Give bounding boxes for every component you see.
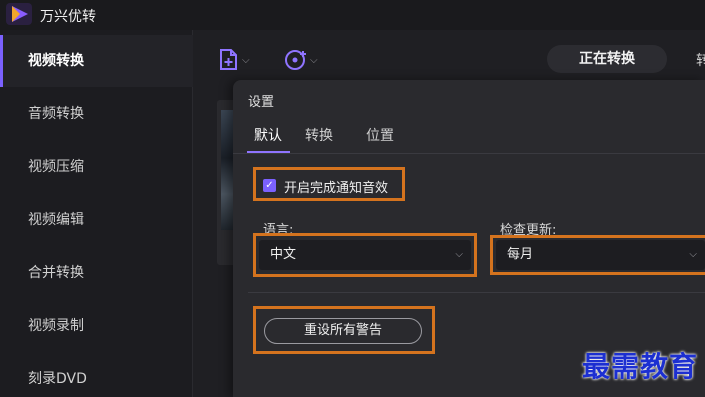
highlight-box xyxy=(490,235,705,275)
sidebar-item-record[interactable]: 视频录制 xyxy=(0,300,193,352)
tab-location[interactable]: 位置 xyxy=(366,125,394,145)
app-title: 万兴优转 xyxy=(40,9,96,25)
watermark-logo: 最需教育 xyxy=(582,350,699,383)
tab-divider xyxy=(233,153,705,154)
sidebar: 视频转换 音频转换 视频压缩 视频编辑 合并转换 视频录制 刻录DVD xyxy=(0,30,193,397)
app-window: 万兴优转 视频转换 音频转换 视频压缩 视频编辑 合并转换 视频录制 刻录DVD… xyxy=(0,0,705,397)
add-file-button[interactable]: ⌵ xyxy=(218,46,250,74)
tab-converting[interactable]: 正在转换 xyxy=(547,45,667,73)
sidebar-item-video-convert[interactable]: 视频转换 xyxy=(0,35,193,87)
dialog-title: 设置 xyxy=(248,95,275,110)
title-bar: 万兴优转 xyxy=(0,0,705,30)
highlight-box xyxy=(253,167,405,201)
chevron-down-icon: ⌵ xyxy=(310,54,318,66)
tab-converted[interactable]: 转 xyxy=(696,50,705,70)
sidebar-item-video-compress[interactable]: 视频压缩 xyxy=(0,141,193,193)
tab-default[interactable]: 默认 xyxy=(254,125,282,145)
chevron-down-icon: ⌵ xyxy=(242,54,250,66)
highlight-box xyxy=(253,306,435,354)
highlight-box xyxy=(253,233,477,277)
tab-convert[interactable]: 转换 xyxy=(305,125,333,145)
sidebar-item-audio-convert[interactable]: 音频转换 xyxy=(0,88,193,140)
add-disc-button[interactable]: ⌵ xyxy=(284,46,318,74)
play-logo-icon xyxy=(6,3,32,25)
sidebar-item-video-edit[interactable]: 视频编辑 xyxy=(0,194,193,246)
sidebar-item-merge[interactable]: 合并转换 xyxy=(0,247,193,299)
sidebar-item-burn-dvd[interactable]: 刻录DVD xyxy=(0,353,193,397)
section-divider xyxy=(248,292,705,293)
add-file-icon xyxy=(220,49,237,70)
add-disc-icon xyxy=(285,50,306,70)
